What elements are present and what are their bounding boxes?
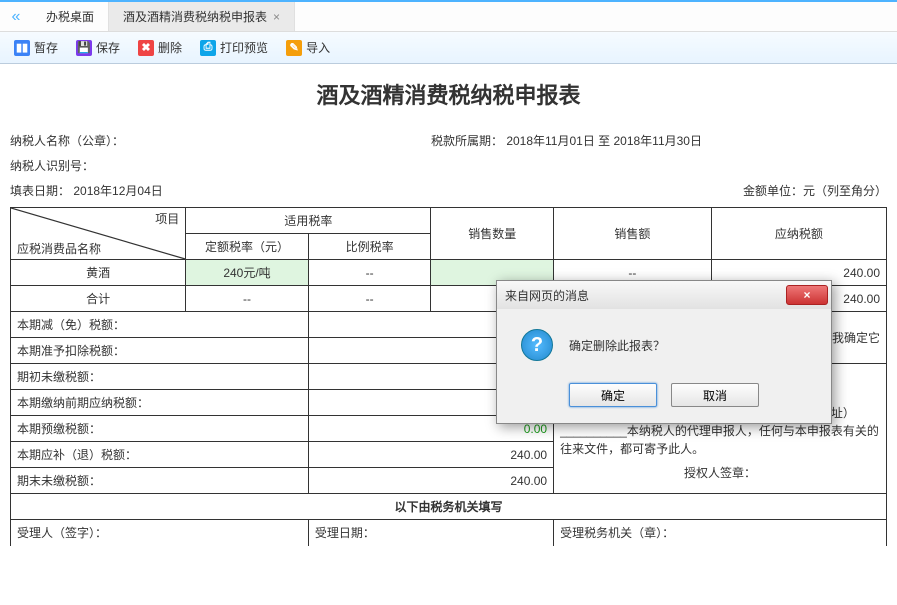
save-button[interactable]: 💾保存 [76,39,120,56]
pause-button[interactable]: ▮▮暂存 [14,39,58,56]
tab-bar: « 办税桌面 酒及酒精消费税纳税申报表 × [0,2,897,32]
confirm-dialog: 来自网页的消息 × ? 确定删除此报表？ 确定 取消 [496,280,832,424]
fixed-rate-cell[interactable]: 240元/吨 [186,260,309,286]
tab-label: 办税桌面 [46,8,94,25]
pause-icon: ▮▮ [14,40,30,56]
line-label: 本期缴纳前期应纳税额： [11,390,309,416]
footer-f1: 受理人（签字）： [11,520,309,546]
line-label: 本期准予扣除税额： [11,338,309,364]
import-button[interactable]: ✎导入 [286,39,330,56]
toolbar: ▮▮暂存 💾保存 ✖删除 ⎙打印预览 ✎导入 [0,32,897,64]
footer-f2: 受理日期： [308,520,553,546]
payer-id-label: 纳税人识别号： [10,157,431,174]
payer-name-label: 纳税人名称（公章）： [10,132,431,149]
tax-office-section: 以下由税务机关填写 [11,494,887,520]
import-icon: ✎ [286,40,302,56]
fill-date: 填表日期： 2018年12月04日 [10,182,431,199]
print-icon: ⎙ [200,40,216,56]
col-qty: 销售数量 [431,208,554,260]
print-preview-button[interactable]: ⎙打印预览 [200,39,268,56]
dialog-titlebar: 来自网页的消息 × [497,281,831,309]
col-rate: 适用税率 [186,208,431,234]
cancel-button[interactable]: 取消 [671,383,759,407]
page-title: 酒及酒精消费税纳税申报表 [10,72,887,128]
question-icon: ? [521,329,553,361]
delete-button[interactable]: ✖删除 [138,39,182,56]
ok-button[interactable]: 确定 [569,383,657,407]
save-icon: 💾 [76,40,92,56]
line-label: 期末未缴税额： [11,468,309,494]
footer-f3: 受理税务机关（章）： [554,520,887,546]
tab-desktop[interactable]: 办税桌面 [32,2,109,31]
line-label: 本期减（免）税额： [11,312,309,338]
delete-icon: ✖ [138,40,154,56]
header-diagonal: 项目 应税消费品名称 [11,208,186,260]
dialog-message: 确定删除此报表？ [569,337,665,354]
tab-report[interactable]: 酒及酒精消费税纳税申报表 × [109,2,295,31]
amount-unit: 金额单位：元（列至角分） [668,182,887,199]
line-label: 期初未缴税额： [11,364,309,390]
col-pct-rate: 比例税率 [308,234,431,260]
line-label: 本期应补（退）税额： [11,442,309,468]
dialog-close-button[interactable]: × [786,285,828,305]
close-icon: × [803,288,810,302]
col-tax: 应纳税额 [711,208,886,260]
tab-label: 酒及酒精消费税纳税申报表 [123,8,267,25]
dialog-title: 来自网页的消息 [505,287,589,304]
tabs-back-button[interactable]: « [0,8,32,26]
col-fixed-rate: 定额税率（元） [186,234,309,260]
tab-close-icon[interactable]: × [273,10,280,24]
line-label: 本期预缴税额： [11,416,309,442]
period: 税款所属期： 2018年11月01日 至 2018年11月30日 [431,132,887,149]
col-amt: 销售额 [554,208,712,260]
